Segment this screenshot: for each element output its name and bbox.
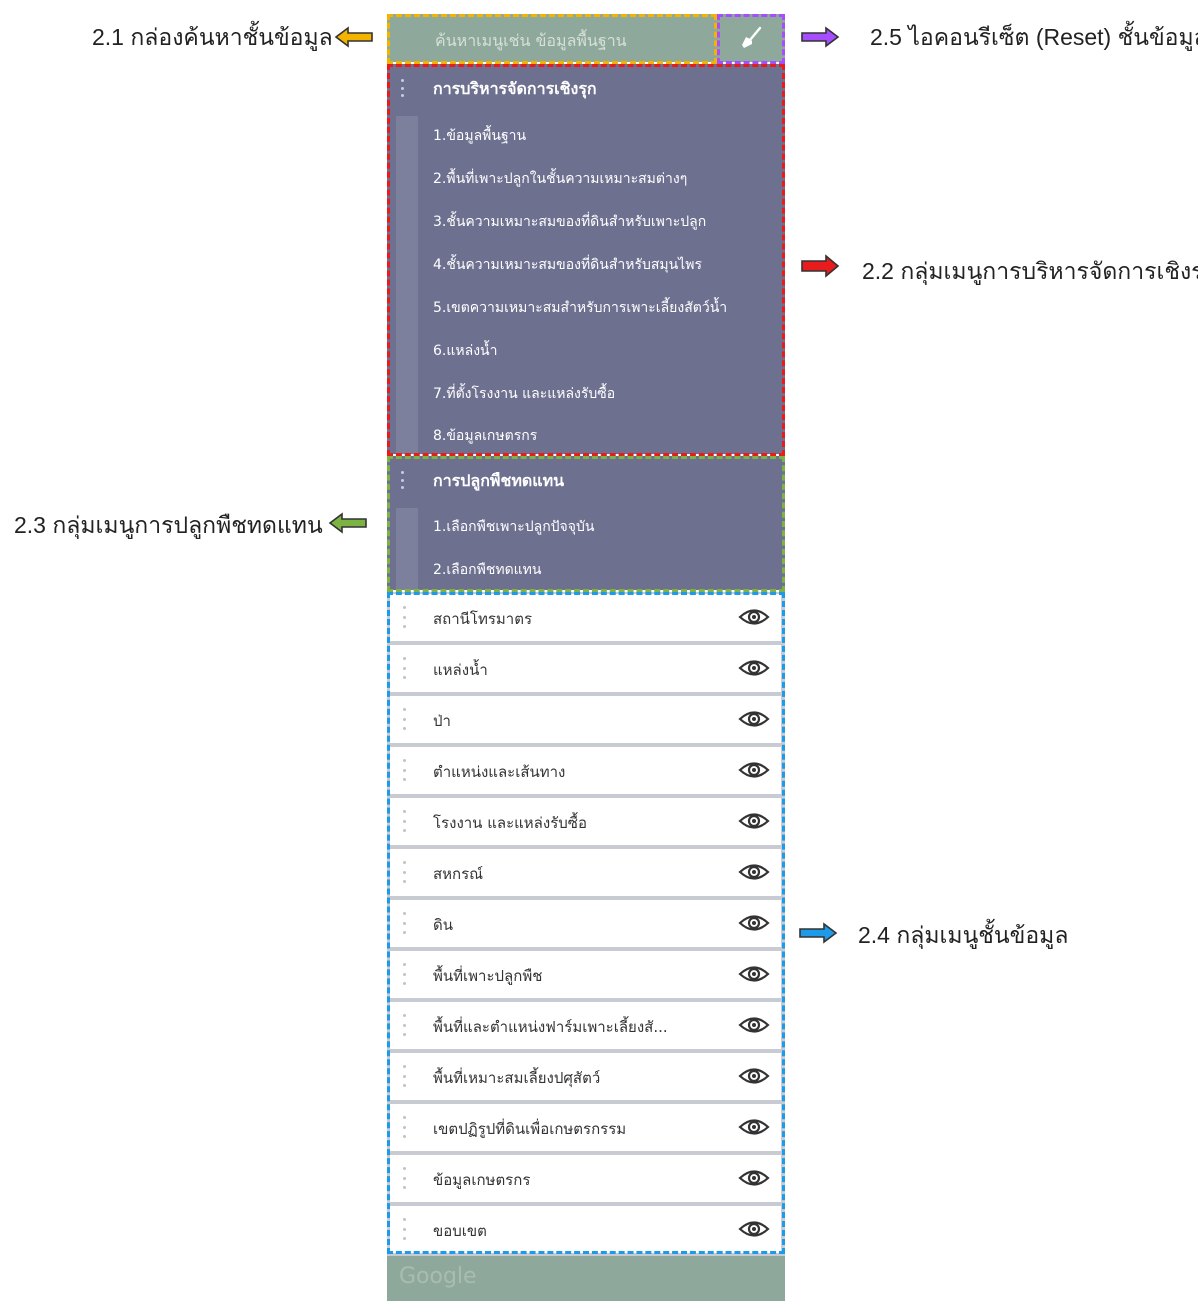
map-area[interactable]: Google <box>387 1256 785 1301</box>
broom-icon <box>742 26 762 48</box>
strategic-item-6[interactable]: 6.แหล่งน้ำ <box>433 330 497 372</box>
eye-icon[interactable] <box>738 1014 770 1036</box>
drag-handle-icon[interactable] <box>403 1116 407 1138</box>
drag-handle-icon[interactable] <box>401 471 405 489</box>
drag-handle-icon[interactable] <box>403 1014 407 1036</box>
arrow-left-icon <box>334 26 373 48</box>
layer-row[interactable]: ขอบเขต <box>390 1206 781 1253</box>
layer-panel: การบริหารจัดการเชิงรุก 1.ข้อมูลพื้นฐาน 2… <box>387 14 785 1301</box>
eye-icon[interactable] <box>738 1218 770 1240</box>
strategic-item-3[interactable]: 3.ชั้นความเหมาะสมของที่ดินสำหรับเพาะปลูก <box>433 201 706 243</box>
layer-row[interactable]: แหล่งน้ำ <box>390 645 781 692</box>
eye-icon[interactable] <box>738 759 770 781</box>
annotation-layer-menu: 2.4 กลุ่มเมนูชั้นข้อมูล <box>858 922 1069 948</box>
eye-icon[interactable] <box>738 708 770 730</box>
drag-handle-icon[interactable] <box>403 1218 407 1240</box>
layer-row[interactable]: สหกรณ์ <box>390 849 781 896</box>
drag-handle-icon[interactable] <box>403 1167 407 1189</box>
annotation-search-box: 2.1 กล่องค้นหาชั้นข้อมูล <box>92 24 333 50</box>
strategic-item-7[interactable]: 7.ที่ตั้งโรงงาน และแหล่งรับซื้อ <box>433 373 615 415</box>
search-input[interactable] <box>391 17 713 57</box>
eye-icon[interactable] <box>738 861 770 883</box>
layer-label: ป่า <box>433 712 451 730</box>
replacement-item-1[interactable]: 1.เลือกพืชเพาะปลูกปัจจุบัน <box>433 506 594 548</box>
eye-icon[interactable] <box>738 1167 770 1189</box>
layer-row[interactable]: พื้นที่เหมาะสมเลี้ยงปศุสัตว์ <box>390 1053 781 1100</box>
submenu-indent-bar <box>396 508 418 590</box>
layer-row[interactable]: ตำแหน่งและเส้นทาง <box>390 747 781 794</box>
layer-label: ตำแหน่งและเส้นทาง <box>433 763 566 781</box>
layer-label: พื้นที่เหมาะสมเลี้ยงปศุสัตว์ <box>433 1069 601 1087</box>
arrow-right-icon <box>801 254 840 278</box>
strategic-item-8[interactable]: 8.ข้อมูลเกษตรกร <box>433 415 537 457</box>
map-attribution: Google <box>399 1264 477 1289</box>
drag-handle-icon[interactable] <box>403 708 407 730</box>
arrow-right-icon <box>801 26 840 48</box>
strategic-item-4[interactable]: 4.ชั้นความเหมาะสมของที่ดินสำหรับสมุนไพร <box>433 244 702 286</box>
drag-handle-icon[interactable] <box>403 963 407 985</box>
strategic-item-2[interactable]: 2.พื้นที่เพาะปลูกในชั้นความเหมาะสมต่างๆ <box>433 158 687 200</box>
search-bar <box>387 14 785 62</box>
strategic-menu-title: การบริหารจัดการเชิงรุก <box>433 79 597 98</box>
annotation-replacement-menu: 2.3 กลุ่มเมนูการปลูกพืชทดแทน <box>14 512 323 538</box>
layer-label: พื้นที่เพาะปลูกพืช <box>433 967 543 985</box>
layer-label: สถานีโทรมาตร <box>433 610 533 628</box>
eye-icon[interactable] <box>738 810 770 832</box>
strategic-item-5[interactable]: 5.เขตความเหมาะสมสำหรับการเพาะเลี้ยงสัตว์… <box>433 287 727 329</box>
eye-icon[interactable] <box>738 912 770 934</box>
layer-row[interactable]: ป่า <box>390 696 781 743</box>
eye-icon[interactable] <box>738 1116 770 1138</box>
eye-icon[interactable] <box>738 1065 770 1087</box>
drag-handle-icon[interactable] <box>403 810 407 832</box>
layer-row[interactable]: พื้นที่และตำแหน่งฟาร์มเพาะเลี้ยงสั... <box>390 1002 781 1049</box>
layer-label: พื้นที่และตำแหน่งฟาร์มเพาะเลี้ยงสั... <box>433 1018 668 1036</box>
drag-handle-icon[interactable] <box>403 657 407 679</box>
drag-handle-icon[interactable] <box>403 861 407 883</box>
strategic-item-1[interactable]: 1.ข้อมูลพื้นฐาน <box>433 115 526 157</box>
replacement-item-2[interactable]: 2.เลือกพืชทดแทน <box>433 549 541 591</box>
annotation-reset-icon: 2.5 ไอคอนรีเซ็ต (Reset) ชั้นข้อมูล <box>870 24 1198 50</box>
drag-handle-icon[interactable] <box>403 1065 407 1087</box>
layer-label: ข้อมูลเกษตรกร <box>433 1171 531 1189</box>
drag-handle-icon[interactable] <box>403 606 407 628</box>
annotation-strategic-menu: 2.2 กลุ่มเมนูการบริหารจัดการเชิงรุก <box>862 258 1198 284</box>
layer-row[interactable]: ดิน <box>390 900 781 947</box>
layer-label: แหล่งน้ำ <box>433 661 488 679</box>
layer-label: โรงงาน และแหล่งรับซื้อ <box>433 814 587 832</box>
replacement-menu-header[interactable]: การปลูกพืชทดแทน <box>387 456 785 500</box>
eye-icon[interactable] <box>738 657 770 679</box>
layer-row[interactable]: ข้อมูลเกษตรกร <box>390 1155 781 1202</box>
reset-layers-button[interactable] <box>720 17 782 59</box>
strategic-menu-group: การบริหารจัดการเชิงรุก 1.ข้อมูลพื้นฐาน 2… <box>387 64 785 454</box>
eye-icon[interactable] <box>738 963 770 985</box>
layer-row[interactable]: เขตปฏิรูปที่ดินเพื่อเกษตรกรรม <box>390 1104 781 1151</box>
layer-row[interactable]: สถานีโทรมาตร <box>390 594 781 641</box>
layer-label: สหกรณ์ <box>433 865 484 883</box>
drag-handle-icon[interactable] <box>403 759 407 781</box>
layer-row[interactable]: พื้นที่เพาะปลูกพืช <box>390 951 781 998</box>
arrow-right-icon <box>799 922 838 944</box>
drag-handle-icon[interactable] <box>401 79 405 97</box>
drag-handle-icon[interactable] <box>403 912 407 934</box>
layer-label: ขอบเขต <box>433 1222 487 1240</box>
arrow-left-icon <box>328 512 367 534</box>
replacement-menu-group: การปลูกพืชทดแทน 1.เลือกพืชเพาะปลูกปัจจุบ… <box>387 456 785 590</box>
replacement-menu-title: การปลูกพืชทดแทน <box>433 471 565 490</box>
eye-icon[interactable] <box>738 606 770 628</box>
submenu-indent-bar <box>396 116 418 454</box>
layer-label: เขตปฏิรูปที่ดินเพื่อเกษตรกรรม <box>433 1120 627 1138</box>
layer-row[interactable]: โรงงาน และแหล่งรับซื้อ <box>390 798 781 845</box>
strategic-menu-header[interactable]: การบริหารจัดการเชิงรุก <box>387 64 785 108</box>
layer-label: ดิน <box>433 916 453 934</box>
layer-list: สถานีโทรมาตร แหล่งน้ำ ป่า ตำแหน่งและเส้น… <box>387 592 785 1256</box>
